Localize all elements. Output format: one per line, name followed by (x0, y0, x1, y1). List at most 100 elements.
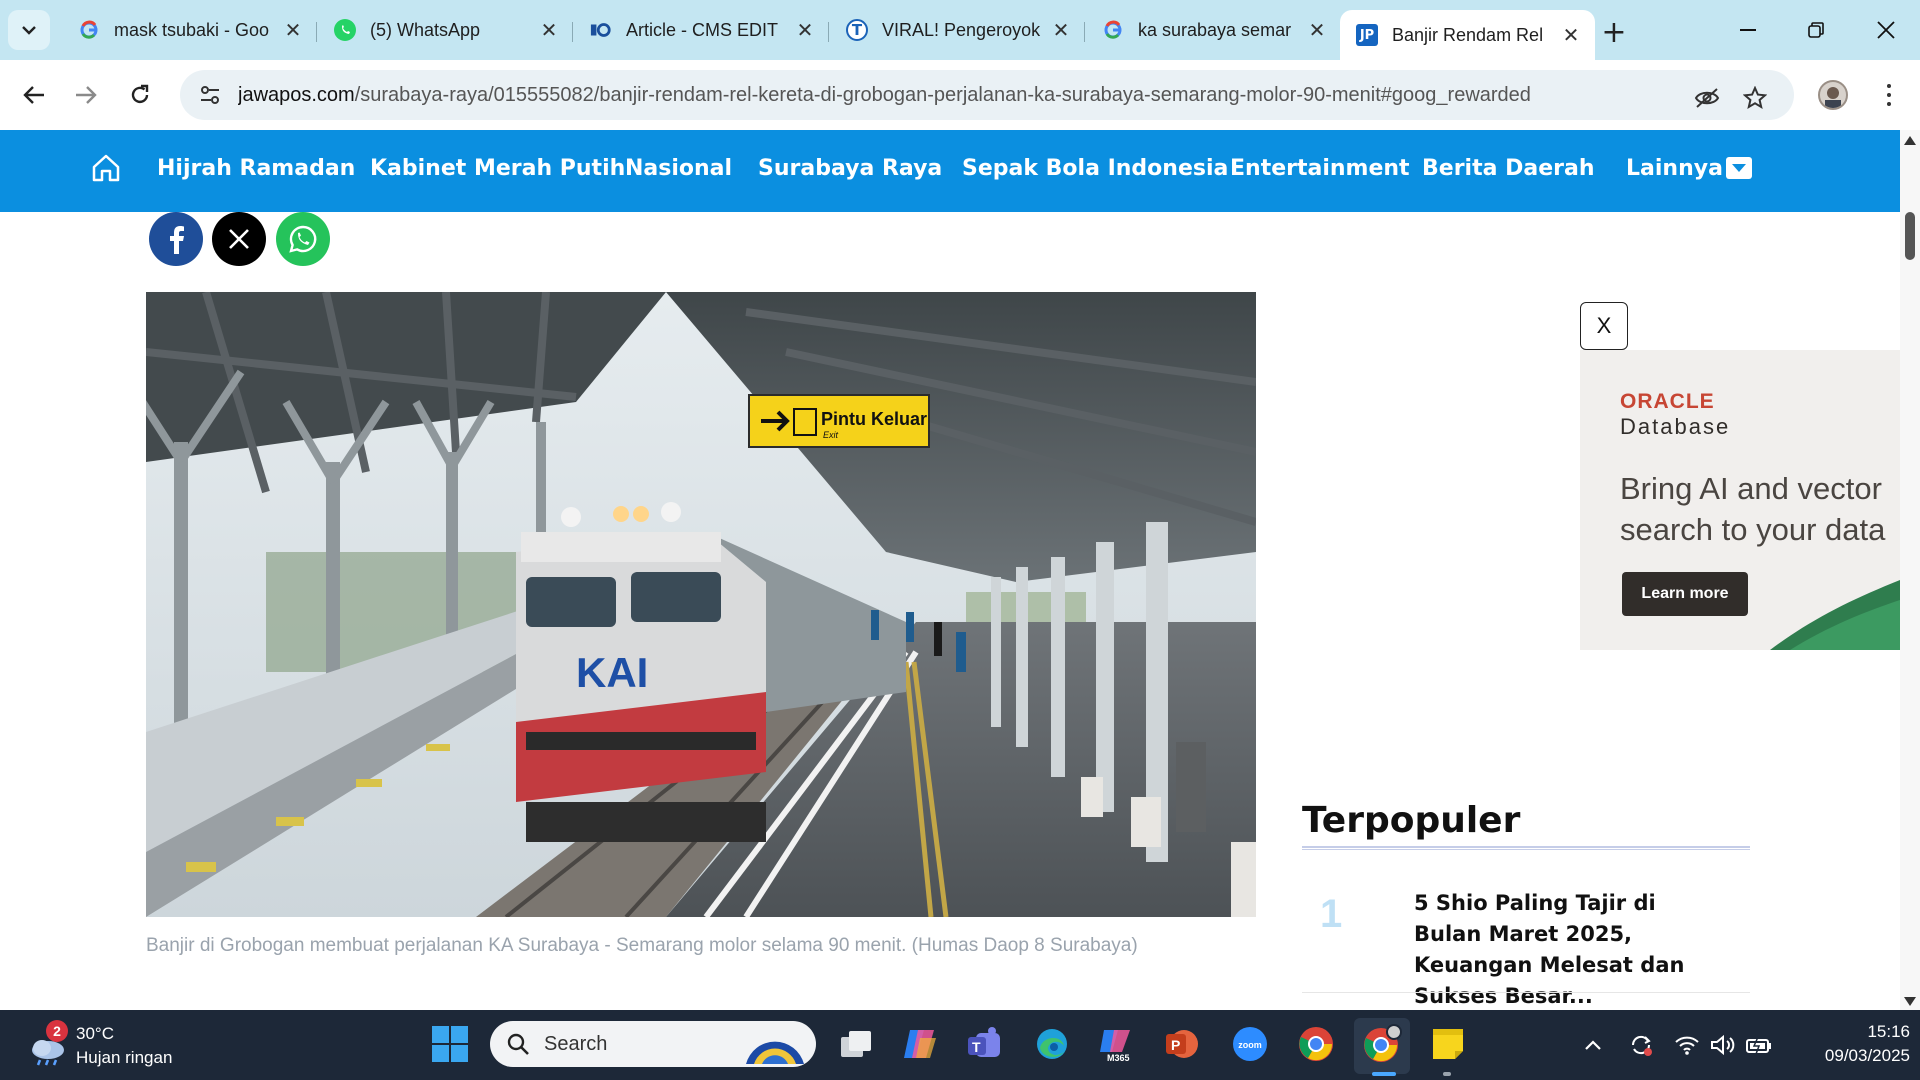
edge-icon[interactable] (1032, 1024, 1072, 1064)
tab-separator (316, 22, 317, 42)
ad-learn-more-button[interactable]: Learn more (1622, 572, 1748, 616)
reload-icon (131, 84, 149, 104)
close-tab-icon[interactable]: ✕ (793, 18, 817, 42)
nav-sepak-bola-indonesia[interactable]: Sepak Bola Indonesia (962, 156, 1228, 181)
tray-overflow-chevron-icon[interactable] (1578, 1030, 1608, 1060)
tab-3[interactable]: Article - CMS EDIT ✕ (574, 10, 829, 50)
running-app-indicator (1443, 1072, 1451, 1076)
exit-sign-subtext: Exit (823, 430, 839, 440)
nav-hijrah-ramadan[interactable]: Hijrah Ramadan (157, 156, 355, 181)
google-icon (1102, 19, 1124, 41)
popular-rank-number: 1 (1320, 892, 1343, 936)
url-host: jawapos.com (238, 83, 355, 106)
restore-button[interactable] (1788, 8, 1844, 52)
tab-strip: mask tsubaki - Goo ✕ (5) WhatsApp ✕ Arti… (0, 0, 1920, 60)
eye-off-icon[interactable] (1692, 83, 1722, 113)
close-tab-icon[interactable]: ✕ (1559, 23, 1583, 47)
taskbar-search[interactable]: Search (490, 1021, 816, 1067)
url-text[interactable]: jawapos.com/surabaya-raya/015555082/banj… (238, 84, 1638, 107)
arrow-left-icon (23, 86, 44, 104)
caret-down-icon[interactable] (1726, 157, 1752, 179)
nav-entertainment[interactable]: Entertainment (1230, 156, 1410, 181)
m365-label: M365 (1107, 1053, 1130, 1062)
close-tab-icon[interactable]: ✕ (281, 18, 305, 42)
nav-kabinet-merah-putih[interactable]: Kabinet Merah Putih (370, 156, 625, 181)
battery-icon[interactable] (1744, 1030, 1774, 1060)
tab-title: (5) WhatsApp (370, 19, 481, 40)
wifi-icon[interactable] (1672, 1030, 1702, 1060)
weather-temperature[interactable]: 30°C (76, 1024, 114, 1044)
nav-nasional[interactable]: Nasional (625, 156, 732, 181)
oracle-ad-banner[interactable]: ORACLE Database Bring AI and vector sear… (1580, 350, 1900, 650)
nav-surabaya-raya[interactable]: Surabaya Raya (758, 156, 942, 181)
home-icon[interactable] (90, 152, 122, 184)
zoom-icon[interactable]: zoom (1230, 1024, 1270, 1064)
share-whatsapp-button[interactable] (276, 212, 330, 266)
close-tab-icon[interactable]: ✕ (1305, 18, 1329, 42)
scroll-down-arrow-icon[interactable] (1904, 997, 1916, 1006)
share-x-button[interactable] (212, 212, 266, 266)
reload-button[interactable] (118, 73, 162, 117)
tab-separator (572, 22, 573, 42)
tab-6-active[interactable]: JP Banjir Rendam Rel ✕ (1340, 10, 1595, 60)
search-label: Search (544, 1032, 608, 1055)
back-button[interactable] (12, 73, 56, 117)
minimize-button[interactable] (1720, 8, 1776, 52)
chrome-profile-icon[interactable] (1362, 1024, 1402, 1064)
browser-menu-icon[interactable] (1874, 78, 1904, 112)
locomotive-logo-text: KAI (576, 649, 648, 696)
copilot-icon[interactable] (900, 1024, 940, 1064)
tab-4[interactable]: T VIRAL! Pengeroyok ✕ (830, 10, 1085, 50)
powerpoint-icon[interactable]: P (1162, 1024, 1202, 1064)
sync-icon[interactable] (1626, 1030, 1656, 1060)
scrollbar-thumb[interactable] (1905, 212, 1915, 260)
start-button[interactable] (432, 1026, 468, 1062)
tab-separator (1084, 22, 1085, 42)
ad-close-button[interactable]: X (1580, 302, 1628, 350)
close-tab-icon[interactable]: ✕ (537, 18, 561, 42)
teams-icon[interactable]: T (964, 1024, 1004, 1064)
web-page: Hijrah Ramadan Kabinet Merah Putih Nasio… (0, 130, 1900, 1010)
profile-avatar[interactable] (1818, 80, 1848, 110)
close-tab-icon[interactable]: ✕ (1049, 18, 1073, 42)
share-facebook-button[interactable] (149, 212, 203, 266)
tab-title: Banjir Rendam Rel (1392, 24, 1544, 45)
jawapos-icon: JP (1356, 24, 1378, 46)
sticky-notes-icon[interactable] (1428, 1024, 1468, 1064)
microsoft-365-icon[interactable]: M365 (1096, 1024, 1136, 1064)
tab-5[interactable]: ka surabaya semar ✕ (1086, 10, 1341, 50)
tab-1[interactable]: mask tsubaki - Goo ✕ (62, 10, 317, 50)
forward-button[interactable] (64, 73, 108, 117)
train-station-illustration: KAI Pintu Keluar Exit (146, 292, 1256, 917)
tribun-icon: T (846, 19, 868, 41)
nav-berita-daerah[interactable]: Berita Daerah (1422, 156, 1595, 181)
clock-time[interactable]: 15:16 (1830, 1022, 1910, 1042)
tab-search-button[interactable] (8, 10, 50, 50)
cms-icon (590, 19, 612, 41)
site-info-icon[interactable] (188, 73, 232, 117)
weather-condition[interactable]: Hujan ringan (76, 1048, 172, 1068)
site-navigation: Hijrah Ramadan Kabinet Merah Putih Nasio… (0, 130, 1900, 212)
tab-title: VIRAL! Pengeroyok (882, 19, 1041, 40)
windows-taskbar: 2 30°C Hujan ringan Search T M365 P zoom (0, 1010, 1920, 1080)
tab-2[interactable]: (5) WhatsApp ✕ (318, 10, 573, 50)
chrome-icon[interactable] (1296, 1024, 1336, 1064)
whatsapp-icon (334, 19, 356, 41)
nav-lainnya[interactable]: Lainnya (1626, 156, 1723, 181)
new-tab-button[interactable]: + (1596, 14, 1632, 50)
close-window-button[interactable] (1858, 8, 1914, 52)
popular-item-divider (1302, 992, 1750, 993)
scroll-up-arrow-icon[interactable] (1904, 136, 1916, 145)
zoom-label: zoom (1238, 1040, 1262, 1050)
arrow-right-icon (76, 86, 97, 104)
tab-title: mask tsubaki - Goo (114, 19, 270, 40)
address-bar[interactable]: jawapos.com/surabaya-raya/015555082/banj… (180, 70, 1794, 120)
bookmark-star-icon[interactable] (1740, 83, 1770, 113)
page-scrollbar[interactable] (1900, 130, 1920, 1010)
search-icon (507, 1033, 529, 1055)
minimize-icon (1740, 29, 1756, 31)
exit-sign-text: Pintu Keluar (821, 409, 927, 429)
volume-icon[interactable] (1708, 1030, 1738, 1060)
task-view-icon[interactable] (836, 1024, 876, 1064)
clock-date[interactable]: 09/03/2025 (1790, 1046, 1910, 1066)
